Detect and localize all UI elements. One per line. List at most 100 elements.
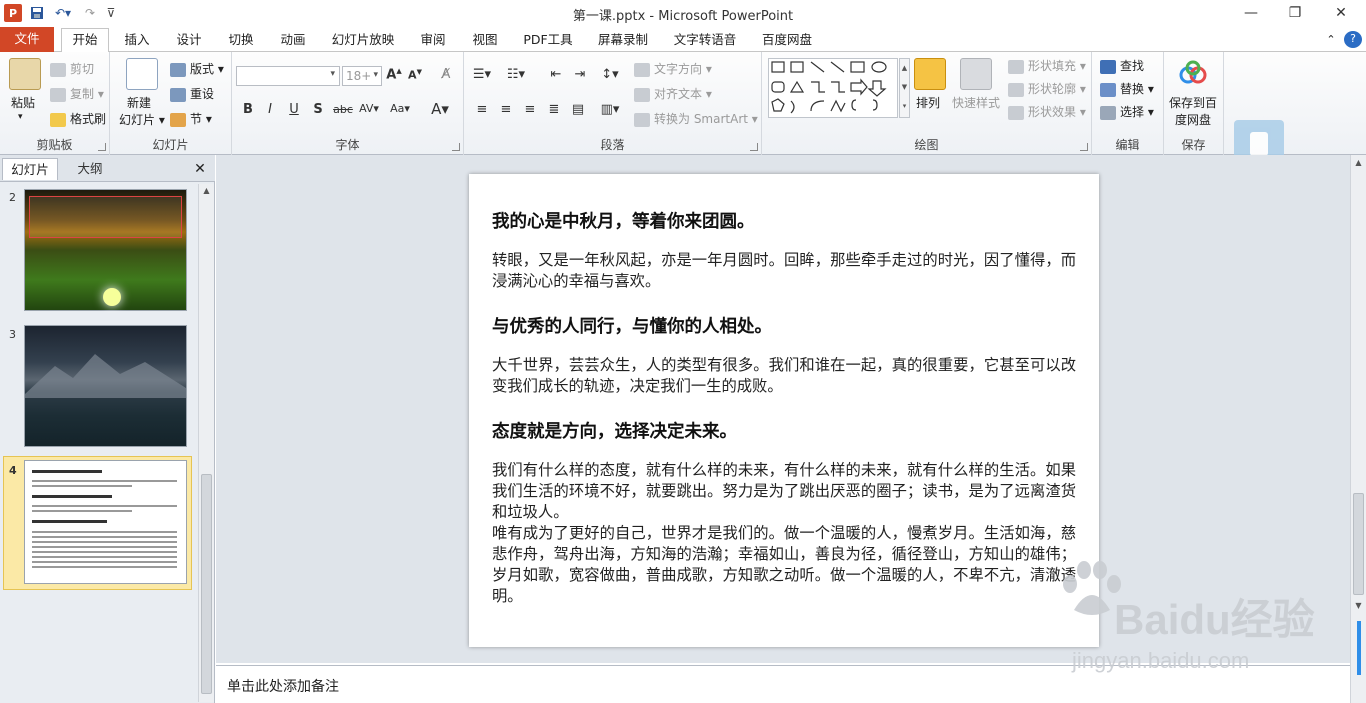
tab-view[interactable]: 视图	[465, 29, 505, 52]
slide-heading-3[interactable]: 态度就是方向，选择决定未来。	[492, 418, 737, 443]
tab-home[interactable]: 开始	[61, 28, 109, 53]
slide-thumbnail[interactable]	[24, 325, 187, 447]
slide-paragraph-2[interactable]: 大千世界，芸芸众生，人的类型有很多。我们和谁在一起，真的很重要，它甚至可以改变我…	[492, 355, 1076, 397]
format-painter-button[interactable]: 格式刷	[50, 110, 106, 127]
layout-button[interactable]: 版式 ▾	[170, 60, 224, 77]
underline-button[interactable]: U	[284, 102, 304, 117]
find-button[interactable]: 查找	[1100, 57, 1144, 74]
align-left-button[interactable]: ≡	[472, 102, 492, 117]
thumbnail-line	[32, 480, 177, 482]
shape-outline-button[interactable]: 形状轮廓 ▾	[1008, 80, 1086, 97]
tab-animations[interactable]: 动画	[273, 29, 313, 52]
bullets-button[interactable]: ☰▾	[472, 67, 492, 82]
slide-paragraph-1[interactable]: 转眼，又是一年秋风起，亦是一年月圆时。回眸，那些牵手走过的时光，因了懂得，而浸满…	[492, 250, 1076, 292]
save-to-baidu-line2[interactable]: 度网盘	[1175, 111, 1211, 128]
italic-button[interactable]: I	[260, 102, 280, 117]
cut-button[interactable]: 剪切	[50, 60, 94, 77]
shape-fill-button[interactable]: 形状填充 ▾	[1008, 57, 1086, 74]
zoom-slider-track[interactable]	[1357, 621, 1361, 675]
save-to-baidu-button[interactable]: 保存到百	[1169, 94, 1217, 111]
new-slide-dropdown[interactable]: 幻灯片 ▾	[119, 111, 165, 128]
tab-slides[interactable]: 幻灯片	[2, 158, 58, 180]
zoom-slider[interactable]	[1350, 615, 1366, 703]
justify-button[interactable]: ≣	[544, 102, 564, 117]
slide-thumbnail-active[interactable]	[24, 460, 187, 584]
maximize-button[interactable]: ❐	[1272, 0, 1318, 26]
section-button[interactable]: 节 ▾	[170, 110, 212, 127]
change-case-button[interactable]: Aa▾	[390, 102, 410, 115]
tab-design[interactable]: 设计	[169, 29, 209, 52]
paragraph-launcher-icon[interactable]	[750, 143, 758, 151]
slides-pane-scrollbar[interactable]: ▲	[198, 184, 214, 702]
reset-button[interactable]: 重设	[170, 85, 214, 102]
font-color-button[interactable]: A▾	[430, 100, 450, 118]
select-button[interactable]: 选择 ▾	[1100, 103, 1154, 120]
line-spacing-button[interactable]: ↕▾	[600, 67, 620, 82]
text-direction-button[interactable]: 文字方向 ▾	[634, 60, 712, 77]
slide-canvas[interactable]: 我的心是中秋月，等着你来团圆。 转眼，又是一年秋风起，亦是一年月圆时。回眸，那些…	[469, 174, 1099, 647]
decrease-indent-button[interactable]: ⇤	[546, 67, 566, 82]
font-size-select[interactable]: 18+ ▾	[342, 66, 382, 86]
slide-paragraph-3[interactable]: 我们有什么样的态度，就有什么样的未来，有什么样的未来，就有什么样的生活。如果我们…	[492, 460, 1076, 523]
scroll-thumb[interactable]	[201, 474, 212, 694]
scroll-thumb[interactable]	[1353, 493, 1364, 595]
clear-format-button[interactable]: A̸	[436, 67, 456, 82]
arrange-button[interactable]: 排列	[916, 94, 940, 111]
smartart-button[interactable]: 转换为 SmartArt ▾	[634, 110, 758, 127]
font-family-select[interactable]: ▾	[236, 66, 340, 86]
tab-outline[interactable]: 大纲	[62, 158, 118, 180]
columns-button[interactable]: ▥▾	[600, 102, 620, 117]
tab-review[interactable]: 审阅	[413, 29, 453, 52]
clipboard-launcher-icon[interactable]	[98, 143, 106, 151]
align-right-button[interactable]: ≡	[520, 102, 540, 117]
numbering-button[interactable]: ☷▾	[506, 67, 526, 82]
tab-text-to-speech[interactable]: 文字转语音	[667, 29, 743, 52]
scroll-down-icon[interactable]: ▼	[1351, 601, 1366, 610]
font-group-label: 字体	[335, 138, 360, 152]
shadow-button[interactable]: S	[308, 102, 328, 117]
quick-styles-button[interactable]: 快速样式	[952, 94, 1000, 111]
shapes-gallery-scroll[interactable]: ▲ ▼ ▾	[899, 58, 910, 118]
align-center-button[interactable]: ≡	[496, 102, 516, 117]
new-slide-button[interactable]: 新建	[127, 94, 151, 111]
ribbon-collapse-icon[interactable]: ⌃	[1322, 29, 1340, 52]
replace-button[interactable]: 替换 ▾	[1100, 80, 1154, 97]
distributed-button[interactable]: ▤	[568, 102, 588, 117]
copy-button[interactable]: 复制 ▾	[50, 85, 104, 102]
align-text-label: 对齐文本	[654, 87, 703, 101]
paste-dropdown-icon[interactable]: ▾	[18, 112, 23, 122]
shapes-gallery[interactable]	[768, 58, 898, 118]
notes-placeholder[interactable]: 单击此处添加备注	[227, 676, 339, 696]
strikethrough-button[interactable]: abc	[333, 103, 353, 116]
char-spacing-button[interactable]: AV▾	[359, 102, 379, 115]
replace-icon	[1100, 82, 1116, 97]
notes-pane[interactable]: 单击此处添加备注	[216, 665, 1350, 703]
drawing-launcher-icon[interactable]	[1080, 143, 1088, 151]
tab-baidu-netdisk[interactable]: 百度网盘	[755, 29, 819, 52]
slide-paragraph-4[interactable]: 唯有成为了更好的自己，世界才是我们的。做一个温暖的人，慢煮岁月。生活如海，慈悲作…	[492, 523, 1076, 607]
tab-pdf-tools[interactable]: PDF工具	[517, 29, 579, 52]
close-button[interactable]: ✕	[1318, 0, 1364, 26]
grow-font-button[interactable]: A▲	[384, 67, 404, 82]
shrink-font-button[interactable]: A▼	[405, 68, 425, 82]
font-launcher-icon[interactable]	[452, 143, 460, 151]
tab-transitions[interactable]: 切换	[221, 29, 261, 52]
tab-screen-record[interactable]: 屏幕录制	[591, 29, 655, 52]
shape-effects-button[interactable]: 形状效果 ▾	[1008, 103, 1086, 120]
slide-thumbnail[interactable]	[24, 189, 187, 311]
increase-indent-button[interactable]: ⇥	[570, 67, 590, 82]
paste-button[interactable]: 粘贴	[11, 94, 35, 111]
tab-insert[interactable]: 插入	[117, 29, 157, 52]
align-text-button[interactable]: 对齐文本 ▾	[634, 85, 712, 102]
slide-heading-2[interactable]: 与优秀的人同行，与懂你的人相处。	[492, 313, 772, 338]
scroll-up-icon[interactable]: ▲	[199, 186, 214, 195]
slide-heading-1[interactable]: 我的心是中秋月，等着你来团圆。	[492, 208, 755, 233]
main-scrollbar[interactable]: ▲ ▼ ⏶ ⏷	[1350, 155, 1366, 663]
tab-slideshow[interactable]: 幻灯片放映	[325, 29, 401, 52]
close-pane-icon[interactable]: ✕	[190, 158, 210, 180]
help-icon[interactable]: ?	[1344, 31, 1362, 48]
tab-file[interactable]: 文件	[0, 27, 54, 52]
bold-button[interactable]: B	[238, 102, 258, 117]
scroll-up-icon[interactable]: ▲	[1351, 158, 1366, 167]
minimize-button[interactable]: —	[1228, 0, 1274, 26]
